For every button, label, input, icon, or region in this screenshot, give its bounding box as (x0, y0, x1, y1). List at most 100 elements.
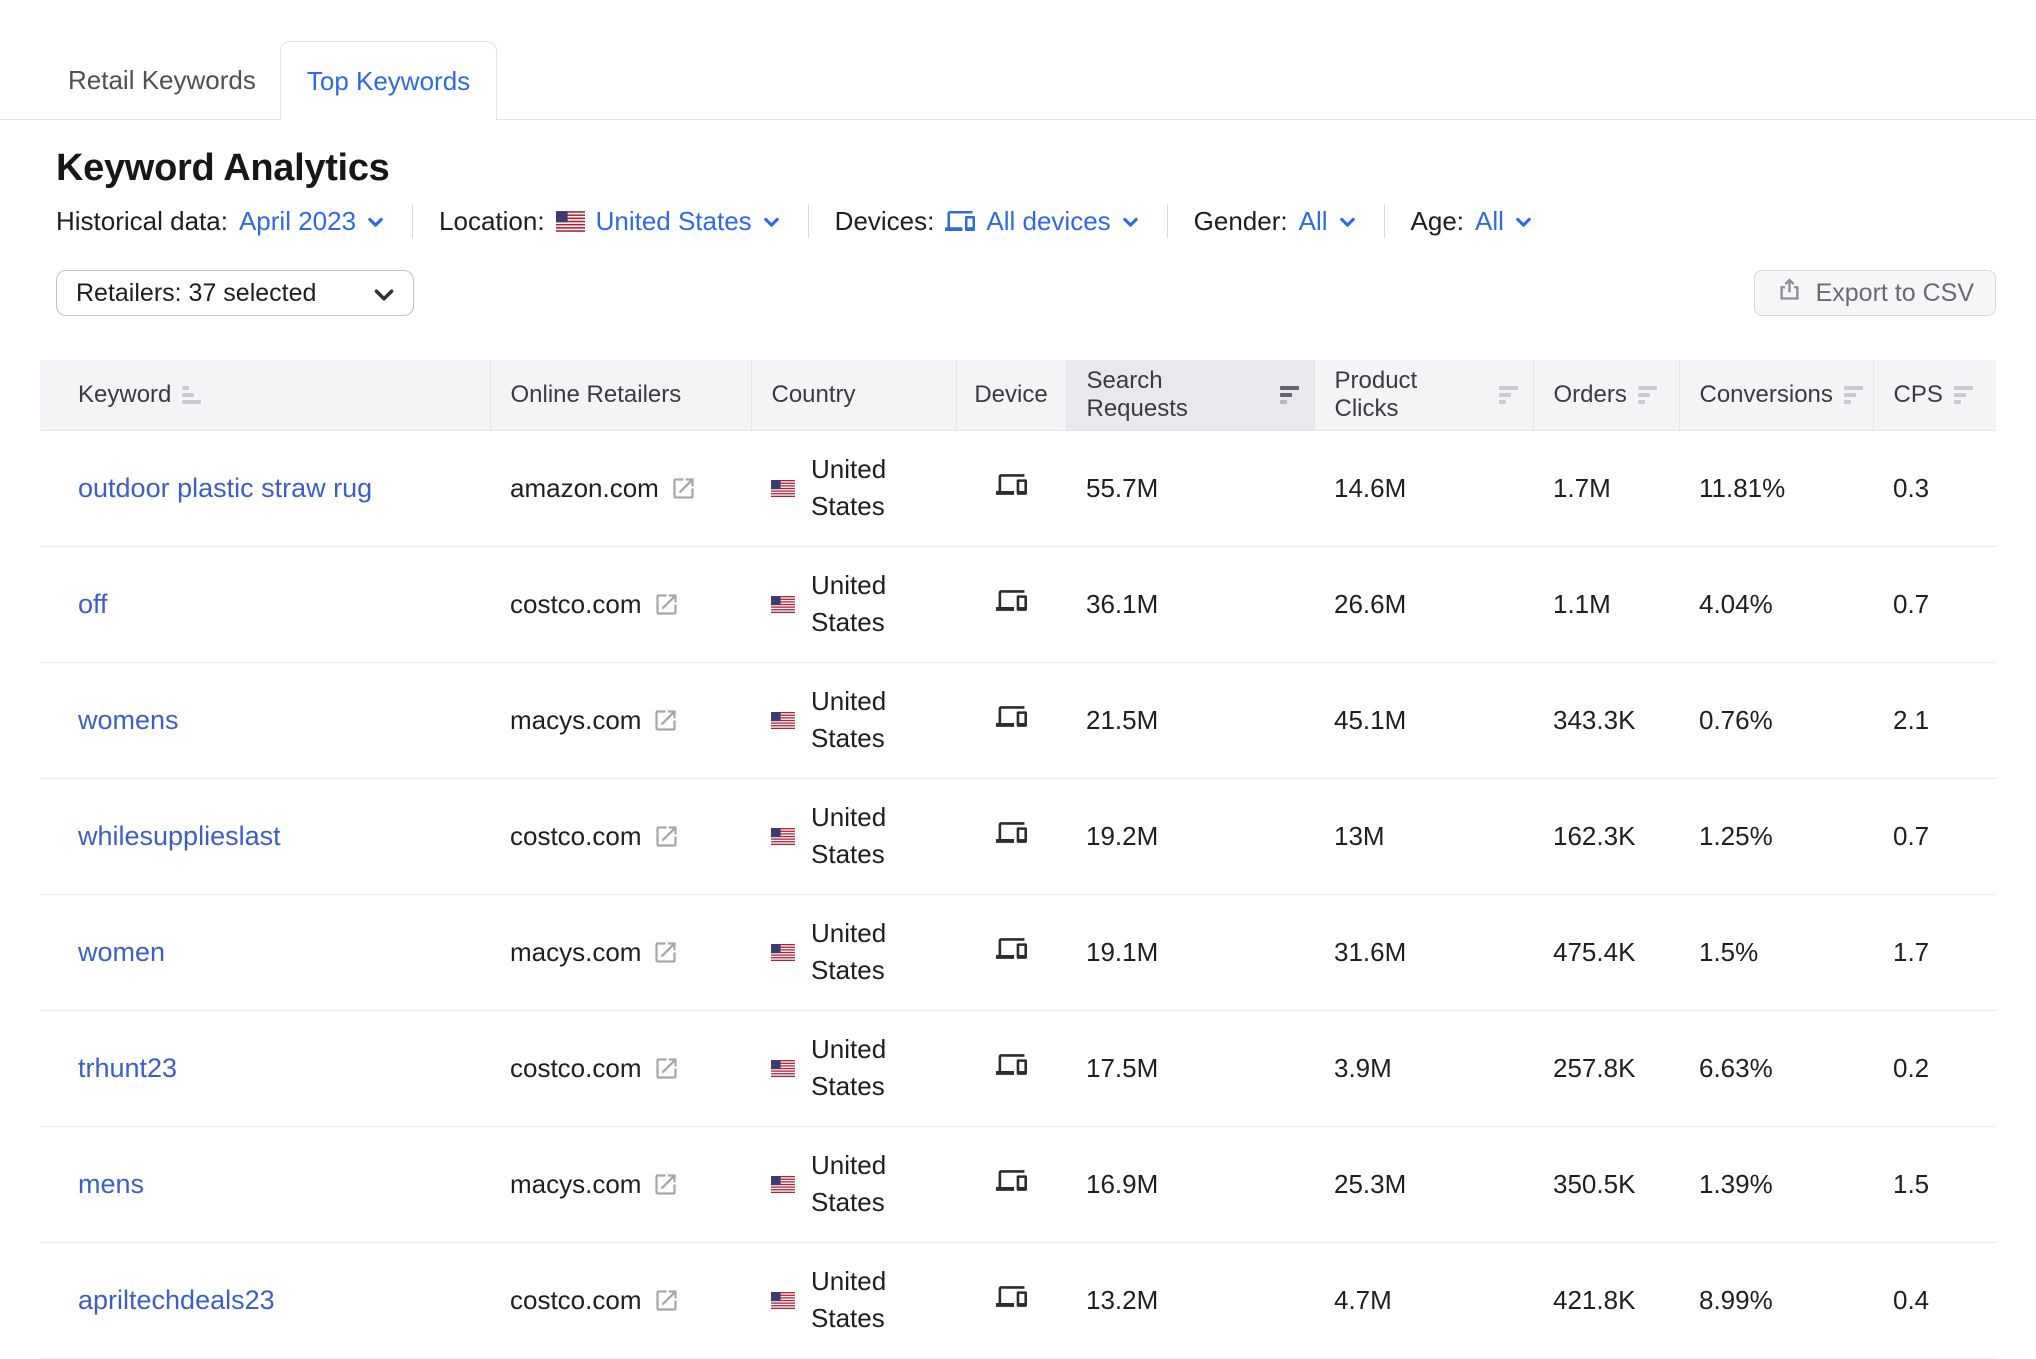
gender-dropdown[interactable]: All (1299, 205, 1358, 237)
column-header-conversions[interactable]: Conversions (1679, 360, 1873, 430)
table-row: outdoor plastic straw rug amazon.com (40, 430, 1996, 546)
column-label: Keyword (78, 381, 171, 409)
table-row: womens macys.com (40, 662, 1996, 778)
external-link-icon[interactable] (670, 475, 697, 502)
orders-value: 1.1M (1533, 546, 1679, 662)
orders-value: 421.8K (1533, 1242, 1679, 1358)
keyword-link[interactable]: outdoor plastic straw rug (78, 473, 372, 503)
conversions-value: 11.81% (1679, 430, 1873, 546)
external-link-icon[interactable] (653, 1055, 680, 1082)
product-clicks-value: 3.9M (1314, 1010, 1533, 1126)
cps-value: 2.1 (1873, 662, 1996, 778)
keyword-link[interactable]: off (78, 589, 108, 619)
us-flag-icon (771, 712, 795, 729)
cps-value: 0.2 (1873, 1010, 1996, 1126)
conversions-value: 4.04% (1679, 546, 1873, 662)
sort-icon[interactable] (1638, 385, 1662, 405)
historical-data-dropdown[interactable]: April 2023 (239, 205, 386, 237)
external-link-icon[interactable] (652, 1171, 679, 1198)
column-label: Product Clicks (1335, 367, 1488, 423)
product-clicks-value: 31.6M (1314, 894, 1533, 1010)
column-header-search_requests[interactable]: Search Requests (1066, 360, 1314, 430)
orders-value: 475.4K (1533, 894, 1679, 1010)
country-label: United States (811, 451, 913, 525)
keyword-link[interactable]: mens (78, 1169, 144, 1199)
retailers-dropdown-label: Retailers: 37 selected (76, 279, 316, 308)
header-row: KeywordOnline RetailersCountryDeviceSear… (40, 360, 1996, 430)
external-link-icon[interactable] (653, 591, 680, 618)
filter-value-text: April 2023 (239, 205, 356, 237)
keyword-link[interactable]: trhunt23 (78, 1053, 177, 1083)
sort-icon[interactable] (182, 385, 206, 405)
devices-icon (996, 1281, 1027, 1312)
search-requests-value: 17.5M (1066, 1010, 1314, 1126)
country-label: United States (811, 683, 913, 757)
filter-bar: Historical data: April 2023 Location: (56, 204, 1996, 238)
table-row: trhunt23 costco.com (40, 1010, 1996, 1126)
us-flag-icon (771, 596, 795, 613)
cps-value: 0.3 (1873, 430, 1996, 546)
country-label: United States (811, 1147, 913, 1221)
filter-label: Gender: (1194, 205, 1288, 237)
export-button-label: Export to CSV (1816, 279, 1974, 308)
filter-location: Location: United States (439, 205, 782, 237)
devices-icon (945, 206, 975, 236)
cps-value: 0.7 (1873, 778, 1996, 894)
retailers-dropdown[interactable]: Retailers: 37 selected (56, 270, 414, 316)
column-label: CPS (1894, 381, 1943, 409)
page-content: Keyword Analytics Historical data: April… (0, 146, 2036, 1359)
external-link-icon[interactable] (653, 823, 680, 850)
keyword-link[interactable]: womens (78, 705, 179, 735)
country-label: United States (811, 1263, 913, 1337)
filter-label: Location: (439, 205, 545, 237)
devices-icon (996, 585, 1027, 616)
column-label: Orders (1554, 381, 1627, 409)
filter-label: Age: (1411, 205, 1465, 237)
export-icon (1776, 276, 1803, 310)
sort-icon[interactable] (1954, 385, 1978, 405)
country-label: United States (811, 1031, 913, 1105)
search-requests-value: 19.1M (1066, 894, 1314, 1010)
filter-label: Devices: (835, 205, 935, 237)
column-header-keyword[interactable]: Keyword (40, 360, 490, 430)
tab-top-keywords[interactable]: Top Keywords (280, 41, 497, 120)
product-clicks-value: 45.1M (1314, 662, 1533, 778)
sort-icon[interactable] (1844, 385, 1868, 405)
tab-retail-keywords[interactable]: Retail Keywords (54, 41, 270, 119)
retailer-domain: costco.com (510, 1053, 642, 1084)
age-dropdown[interactable]: All (1475, 205, 1534, 237)
conversions-value: 1.25% (1679, 778, 1873, 894)
sort-icon[interactable] (1499, 385, 1523, 405)
keyword-link[interactable]: women (78, 937, 165, 967)
divider (1384, 204, 1385, 238)
filter-historical-data: Historical data: April 2023 (56, 205, 386, 237)
column-header-product_clicks[interactable]: Product Clicks (1314, 360, 1533, 430)
keywords-table-container: KeywordOnline RetailersCountryDeviceSear… (40, 360, 1996, 1359)
column-label: Online Retailers (511, 381, 682, 409)
page-title: Keyword Analytics (56, 146, 1996, 190)
column-header-orders[interactable]: Orders (1533, 360, 1679, 430)
keyword-link[interactable]: whilesupplieslast (78, 821, 281, 851)
sort-icon[interactable] (1280, 385, 1304, 405)
devices-icon (996, 1165, 1027, 1196)
retailer-domain: costco.com (510, 589, 642, 620)
retailer-domain: amazon.com (510, 473, 659, 504)
table-row: women macys.com (40, 894, 1996, 1010)
filter-gender: Gender: All (1194, 205, 1358, 237)
location-dropdown[interactable]: United States (596, 205, 782, 237)
toolbar: Retailers: 37 selected Export to CSV (40, 270, 1996, 316)
us-flag-icon (771, 944, 795, 961)
keyword-link[interactable]: apriltechdeals23 (78, 1285, 275, 1315)
export-to-csv-button[interactable]: Export to CSV (1754, 270, 1996, 316)
chevron-down-icon (1120, 212, 1141, 233)
external-link-icon[interactable] (653, 1287, 680, 1314)
tab-bar: Retail Keywords Top Keywords (0, 0, 2036, 120)
conversions-value: 1.39% (1679, 1126, 1873, 1242)
external-link-icon[interactable] (652, 707, 679, 734)
column-header-cps[interactable]: CPS (1873, 360, 1996, 430)
table-row: apriltechdeals23 costco.com (40, 1242, 1996, 1358)
search-requests-value: 13.2M (1066, 1242, 1314, 1358)
devices-dropdown[interactable]: All devices (986, 205, 1140, 237)
external-link-icon[interactable] (652, 939, 679, 966)
product-clicks-value: 4.7M (1314, 1242, 1533, 1358)
